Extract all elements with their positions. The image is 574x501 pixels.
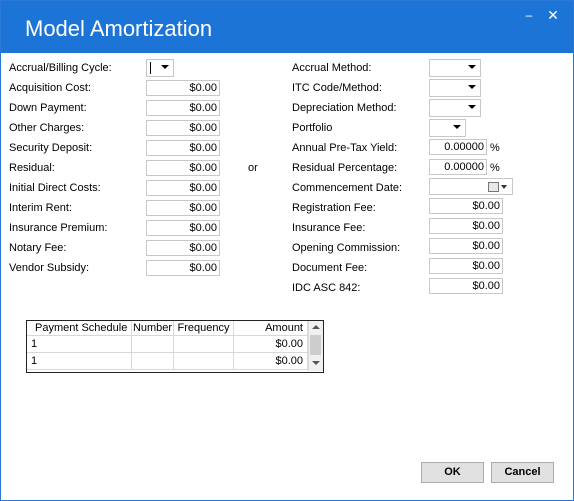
insurance-premium-label: Insurance Premium: [9,222,108,234]
depreciation-method-label: Depreciation Method: [292,102,397,114]
chevron-down-icon [468,65,476,69]
acquisition-cost-field[interactable]: $0.00 [146,80,220,96]
table-cell[interactable] [174,336,234,353]
accrual-billing-cycle-dropdown[interactable] [146,59,174,77]
column-header-frequency[interactable]: Frequency [174,321,234,336]
vertical-scrollbar[interactable] [308,321,323,371]
minimize-icon[interactable]: – [521,9,537,21]
idc-asc-842-label: IDC ASC 842: [292,282,361,294]
security-deposit-field[interactable]: $0.00 [146,140,220,156]
model-amortization-dialog: Model Amortization – ✕ Accrual/Billing C… [0,0,574,501]
other-charges-label: Other Charges: [9,122,85,134]
initial-direct-costs-label: Initial Direct Costs: [9,182,101,194]
insurance-premium-field[interactable]: $0.00 [146,220,220,236]
chevron-down-icon [468,105,476,109]
percent-sign: % [490,142,500,154]
other-charges-field[interactable]: $0.00 [146,120,220,136]
table-cell[interactable] [132,336,174,353]
down-payment-label: Down Payment: [9,102,87,114]
vendor-subsidy-field[interactable]: $0.00 [146,260,220,276]
table-cell[interactable]: $0.00 [234,353,308,370]
column-header-number[interactable]: Number [132,321,174,336]
residual-label: Residual: [9,162,55,174]
chevron-down-icon[interactable] [501,185,507,189]
initial-direct-costs-field[interactable]: $0.00 [146,180,220,196]
scroll-up-icon[interactable] [312,325,320,329]
depreciation-method-dropdown[interactable] [429,99,481,117]
document-fee-field[interactable]: $0.00 [429,258,503,274]
scroll-down-icon[interactable] [312,361,320,365]
scrollbar-thumb[interactable] [310,335,321,355]
column-header-payment-schedule[interactable]: Payment Schedule [27,321,132,336]
column-header-amount[interactable]: Amount [234,321,308,336]
document-fee-label: Document Fee: [292,262,368,274]
registration-fee-field[interactable]: $0.00 [429,198,503,214]
opening-commission-field[interactable]: $0.00 [429,238,503,254]
dialog-title: Model Amortization [25,16,213,41]
calendar-icon[interactable] [488,182,499,192]
insurance-fee-field[interactable]: $0.00 [429,218,503,234]
notary-fee-label: Notary Fee: [9,242,67,254]
interim-rent-label: Interim Rent: [9,202,72,214]
commencement-date-label: Commencement Date: [292,182,403,194]
table-cell[interactable]: 1 [27,353,132,370]
itc-code-label: ITC Code/Method: [292,82,382,94]
security-deposit-label: Security Deposit: [9,142,93,154]
vendor-subsidy-label: Vendor Subsidy: [9,262,90,274]
close-icon[interactable]: ✕ [544,8,562,22]
residual-percentage-label: Residual Percentage: [292,162,398,174]
accrual-method-dropdown[interactable] [429,59,481,77]
chevron-down-icon [161,65,169,69]
percent-sign: % [490,162,500,174]
insurance-fee-label: Insurance Fee: [292,222,366,234]
accrual-method-label: Accrual Method: [292,62,372,74]
table-cell[interactable] [174,353,234,370]
annual-pre-tax-yield-field[interactable]: 0.00000 [429,139,487,155]
annual-pre-tax-yield-label: Annual Pre-Tax Yield: [292,142,398,154]
chevron-down-icon [468,85,476,89]
residual-percentage-field[interactable]: 0.00000 [429,159,487,175]
notary-fee-field[interactable]: $0.00 [146,240,220,256]
payment-schedule-grid[interactable]: Payment Schedule Number Frequency Amount… [26,320,324,373]
ok-button[interactable]: OK [421,462,484,483]
opening-commission-label: Opening Commission: [292,242,401,254]
portfolio-dropdown[interactable] [429,119,466,137]
down-payment-field[interactable]: $0.00 [146,100,220,116]
interim-rent-field[interactable]: $0.00 [146,200,220,216]
idc-asc-842-field[interactable]: $0.00 [429,278,503,294]
acquisition-cost-label: Acquisition Cost: [9,82,91,94]
text-caret [150,62,151,74]
chevron-down-icon [453,125,461,129]
registration-fee-label: Registration Fee: [292,202,376,214]
table-cell[interactable] [132,353,174,370]
or-label: or [248,162,258,174]
commencement-date-picker[interactable] [429,178,513,195]
accrual-billing-cycle-label: Accrual/Billing Cycle: [9,62,112,74]
itc-code-dropdown[interactable] [429,79,481,97]
residual-field[interactable]: $0.00 [146,160,220,176]
cancel-button[interactable]: Cancel [491,462,554,483]
portfolio-label: Portfolio [292,122,333,134]
table-cell[interactable]: 1 [27,336,132,353]
table-cell[interactable]: $0.00 [234,336,308,353]
title-bar: Model Amortization – ✕ [1,1,573,53]
